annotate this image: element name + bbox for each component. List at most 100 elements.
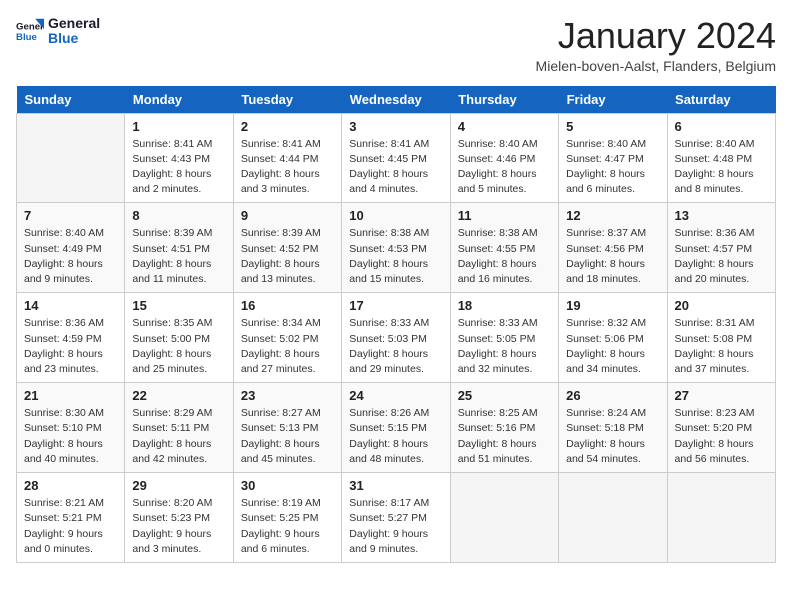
day-number: 31: [349, 478, 442, 493]
day-number: 19: [566, 298, 659, 313]
day-info: Sunrise: 8:20 AM Sunset: 5:23 PM Dayligh…: [132, 496, 225, 557]
day-number: 15: [132, 298, 225, 313]
day-number: 28: [24, 478, 117, 493]
day-info: Sunrise: 8:37 AM Sunset: 4:56 PM Dayligh…: [566, 226, 659, 287]
day-info: Sunrise: 8:41 AM Sunset: 4:43 PM Dayligh…: [132, 137, 225, 198]
calendar-cell: [559, 473, 667, 563]
day-number: 2: [241, 119, 334, 134]
calendar-cell: 19Sunrise: 8:32 AM Sunset: 5:06 PM Dayli…: [559, 293, 667, 383]
weekday-header-row: SundayMondayTuesdayWednesdayThursdayFrid…: [17, 86, 776, 114]
day-number: 27: [675, 388, 768, 403]
calendar-cell: 9Sunrise: 8:39 AM Sunset: 4:52 PM Daylig…: [233, 203, 341, 293]
calendar-cell: 26 Sunrise: 8:24 AM Sunset: 5:18 PM Dayli…: [559, 383, 667, 473]
logo: General Blue General Blue: [16, 16, 100, 47]
page-header: General Blue General Blue January 2024 M…: [16, 16, 776, 74]
calendar-cell: 21 Sunrise: 8:30 AM Sunset: 5:10 PM Dayli…: [17, 383, 125, 473]
day-number: 22: [132, 388, 225, 403]
calendar-cell: 12 Sunrise: 8:37 AM Sunset: 4:56 PM Dayli…: [559, 203, 667, 293]
day-info: Sunrise: 8:25 AM Sunset: 5:16 PM Dayligh…: [458, 406, 551, 467]
day-number: 25: [458, 388, 551, 403]
calendar-week-row: 14Sunrise: 8:36 AM Sunset: 4:59 PM Dayli…: [17, 293, 776, 383]
weekday-header-friday: Friday: [559, 86, 667, 114]
day-info: Sunrise: 8:27 AM Sunset: 5:13 PM Dayligh…: [241, 406, 334, 467]
calendar-table: SundayMondayTuesdayWednesdayThursdayFrid…: [16, 86, 776, 563]
calendar-cell: 4 Sunrise: 8:40 AM Sunset: 4:46 PM Daylig…: [450, 113, 558, 203]
calendar-cell: 6Sunrise: 8:40 AM Sunset: 4:48 PM Daylig…: [667, 113, 775, 203]
weekday-header-thursday: Thursday: [450, 86, 558, 114]
day-info: Sunrise: 8:38 AM Sunset: 4:53 PM Dayligh…: [349, 226, 442, 287]
calendar-cell: [17, 113, 125, 203]
location: Mielen-boven-Aalst, Flanders, Belgium: [536, 58, 776, 74]
day-info: Sunrise: 8:26 AM Sunset: 5:15 PM Dayligh…: [349, 406, 442, 467]
calendar-cell: 3 Sunrise: 8:41 AM Sunset: 4:45 PM Daylig…: [342, 113, 450, 203]
calendar-cell: 2 Sunrise: 8:41 AM Sunset: 4:44 PM Daylig…: [233, 113, 341, 203]
day-number: 16: [241, 298, 334, 313]
day-number: 30: [241, 478, 334, 493]
day-number: 6: [675, 119, 768, 134]
calendar-cell: 16 Sunrise: 8:34 AM Sunset: 5:02 PM Dayli…: [233, 293, 341, 383]
logo-icon: General Blue: [16, 17, 44, 45]
day-info: Sunrise: 8:34 AM Sunset: 5:02 PM Dayligh…: [241, 316, 334, 377]
day-info: Sunrise: 8:39 AM Sunset: 4:51 PM Dayligh…: [132, 226, 225, 287]
day-number: 5: [566, 119, 659, 134]
day-number: 4: [458, 119, 551, 134]
day-info: Sunrise: 8:29 AM Sunset: 5:11 PM Dayligh…: [132, 406, 225, 467]
day-number: 10: [349, 208, 442, 223]
day-info: Sunrise: 8:35 AM Sunset: 5:00 PM Dayligh…: [132, 316, 225, 377]
calendar-cell: 27 Sunrise: 8:23 AM Sunset: 5:20 PM Dayli…: [667, 383, 775, 473]
day-number: 17: [349, 298, 442, 313]
weekday-header-saturday: Saturday: [667, 86, 775, 114]
day-info: Sunrise: 8:33 AM Sunset: 5:03 PM Dayligh…: [349, 316, 442, 377]
calendar-cell: 28 Sunrise: 8:21 AM Sunset: 5:21 PM Dayli…: [17, 473, 125, 563]
weekday-header-monday: Monday: [125, 86, 233, 114]
weekday-header-tuesday: Tuesday: [233, 86, 341, 114]
calendar-cell: 24 Sunrise: 8:26 AM Sunset: 5:15 PM Dayli…: [342, 383, 450, 473]
day-info: Sunrise: 8:38 AM Sunset: 4:55 PM Dayligh…: [458, 226, 551, 287]
calendar-cell: [450, 473, 558, 563]
weekday-header-sunday: Sunday: [17, 86, 125, 114]
day-info: Sunrise: 8:21 AM Sunset: 5:21 PM Dayligh…: [24, 496, 117, 557]
day-number: 11: [458, 208, 551, 223]
calendar-week-row: 1 Sunrise: 8:41 AM Sunset: 4:43 PM Daylig…: [17, 113, 776, 203]
day-info: Sunrise: 8:23 AM Sunset: 5:20 PM Dayligh…: [675, 406, 768, 467]
day-info: Sunrise: 8:40 AM Sunset: 4:46 PM Dayligh…: [458, 137, 551, 198]
title-block: January 2024 Mielen-boven-Aalst, Flander…: [536, 16, 776, 74]
month-title: January 2024: [536, 16, 776, 56]
calendar-cell: [667, 473, 775, 563]
calendar-cell: 20Sunrise: 8:31 AM Sunset: 5:08 PM Dayli…: [667, 293, 775, 383]
calendar-cell: 15 Sunrise: 8:35 AM Sunset: 5:00 PM Dayli…: [125, 293, 233, 383]
day-info: Sunrise: 8:41 AM Sunset: 4:45 PM Dayligh…: [349, 137, 442, 198]
day-info: Sunrise: 8:36 AM Sunset: 4:57 PM Dayligh…: [675, 226, 768, 287]
day-info: Sunrise: 8:24 AM Sunset: 5:18 PM Dayligh…: [566, 406, 659, 467]
calendar-cell: 29Sunrise: 8:20 AM Sunset: 5:23 PM Dayli…: [125, 473, 233, 563]
day-number: 1: [132, 119, 225, 134]
day-number: 23: [241, 388, 334, 403]
day-number: 9: [241, 208, 334, 223]
calendar-cell: 18Sunrise: 8:33 AM Sunset: 5:05 PM Dayli…: [450, 293, 558, 383]
calendar-cell: 13 Sunrise: 8:36 AM Sunset: 4:57 PM Dayli…: [667, 203, 775, 293]
logo-text-general: General: [48, 16, 100, 31]
day-number: 7: [24, 208, 117, 223]
day-info: Sunrise: 8:33 AM Sunset: 5:05 PM Dayligh…: [458, 316, 551, 377]
day-number: 13: [675, 208, 768, 223]
calendar-week-row: 21 Sunrise: 8:30 AM Sunset: 5:10 PM Dayli…: [17, 383, 776, 473]
day-number: 3: [349, 119, 442, 134]
day-info: Sunrise: 8:41 AM Sunset: 4:44 PM Dayligh…: [241, 137, 334, 198]
day-number: 12: [566, 208, 659, 223]
calendar-cell: 17 Sunrise: 8:33 AM Sunset: 5:03 PM Dayli…: [342, 293, 450, 383]
day-info: Sunrise: 8:30 AM Sunset: 5:10 PM Dayligh…: [24, 406, 117, 467]
calendar-week-row: 28 Sunrise: 8:21 AM Sunset: 5:21 PM Dayli…: [17, 473, 776, 563]
day-number: 26: [566, 388, 659, 403]
calendar-cell: 25 Sunrise: 8:25 AM Sunset: 5:16 PM Dayli…: [450, 383, 558, 473]
day-number: 24: [349, 388, 442, 403]
svg-text:Blue: Blue: [16, 32, 37, 43]
day-info: Sunrise: 8:40 AM Sunset: 4:47 PM Dayligh…: [566, 137, 659, 198]
calendar-week-row: 7Sunrise: 8:40 AM Sunset: 4:49 PM Daylig…: [17, 203, 776, 293]
calendar-cell: 10 Sunrise: 8:38 AM Sunset: 4:53 PM Dayli…: [342, 203, 450, 293]
calendar-cell: 14Sunrise: 8:36 AM Sunset: 4:59 PM Dayli…: [17, 293, 125, 383]
calendar-cell: 31 Sunrise: 8:17 AM Sunset: 5:27 PM Dayli…: [342, 473, 450, 563]
day-info: Sunrise: 8:31 AM Sunset: 5:08 PM Dayligh…: [675, 316, 768, 377]
day-info: Sunrise: 8:17 AM Sunset: 5:27 PM Dayligh…: [349, 496, 442, 557]
day-number: 21: [24, 388, 117, 403]
calendar-cell: 11 Sunrise: 8:38 AM Sunset: 4:55 PM Dayli…: [450, 203, 558, 293]
